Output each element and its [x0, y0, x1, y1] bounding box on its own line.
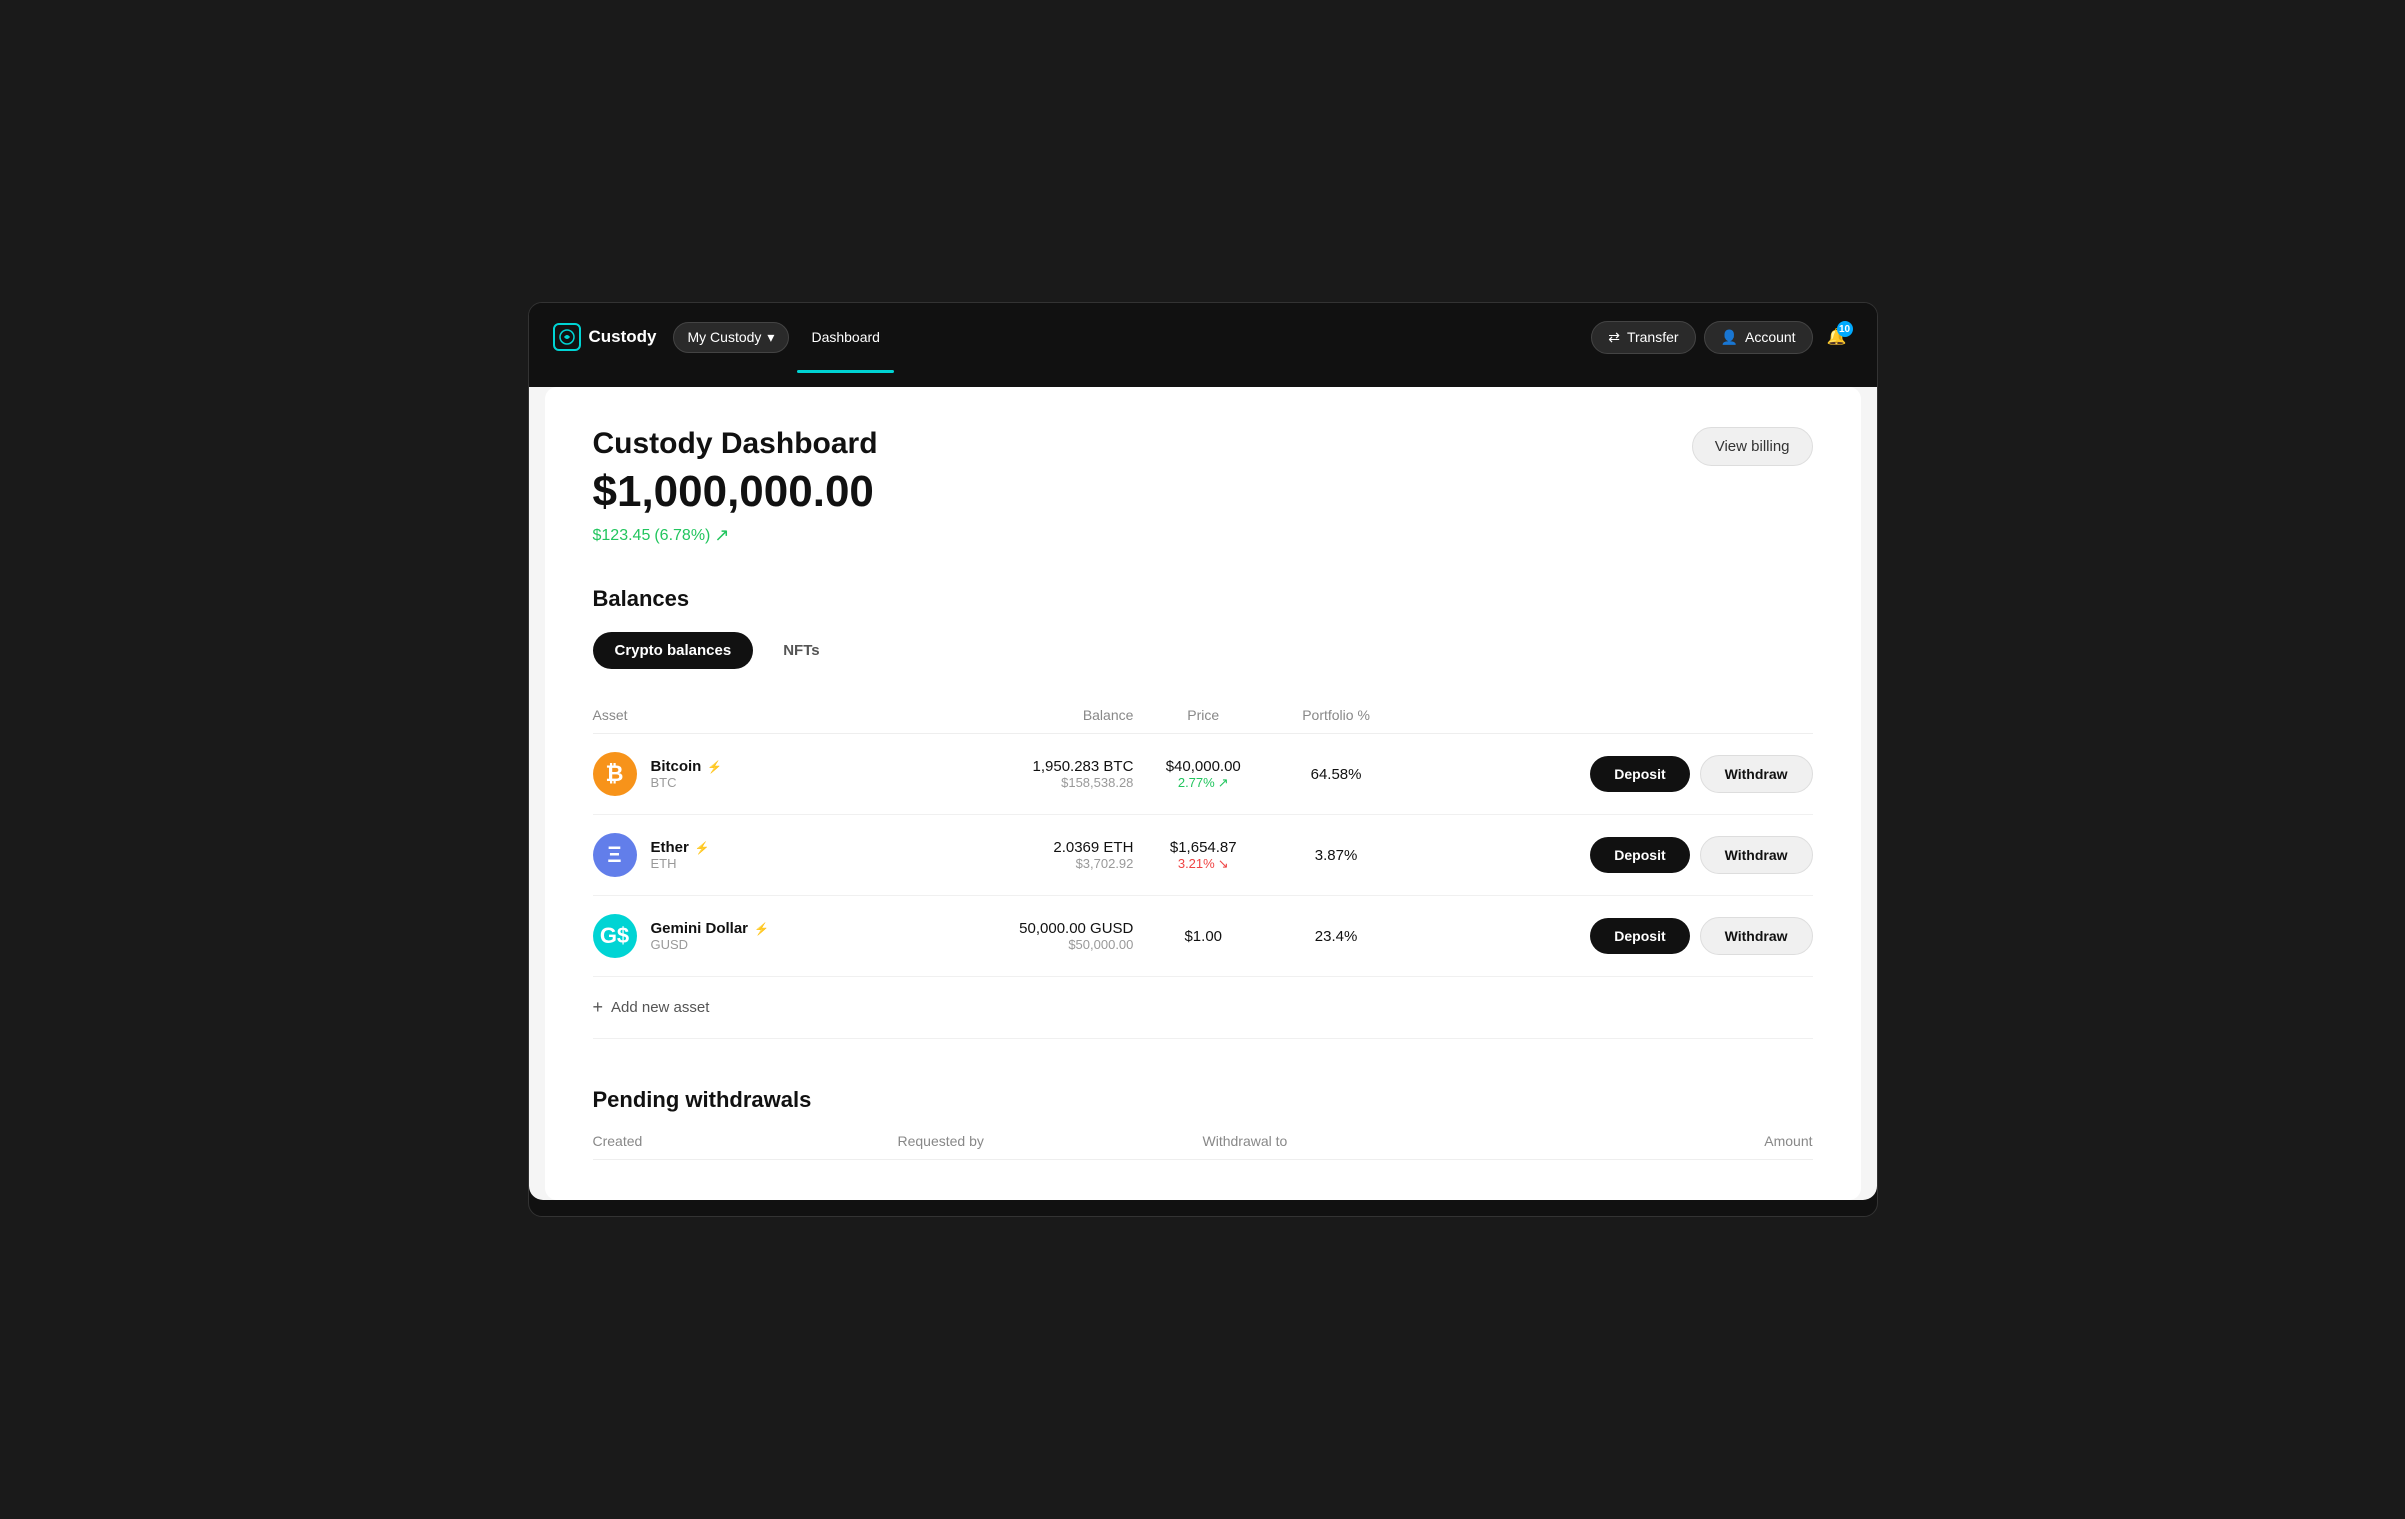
balance-main-gusd: 50,000.00 GUSD [921, 920, 1134, 937]
balances-tabs: Crypto balances NFTs [593, 632, 1813, 669]
portfolio-btc: 64.58% [1273, 734, 1399, 815]
arrow-down-icon: ↘ [1218, 856, 1229, 872]
notifications-button[interactable]: 🔔 10 [1821, 321, 1853, 353]
add-asset-label: Add new asset [611, 999, 709, 1016]
table-row: G$ Gemini Dollar ⚡ GUSD 50,000.00 GUSD $… [593, 896, 1813, 977]
col-balance: Balance [921, 697, 1134, 734]
withdraw-button-gusd[interactable]: Withdraw [1700, 917, 1813, 955]
nav-dashboard-label: Dashboard [811, 329, 880, 345]
page-title: Custody Dashboard [593, 427, 878, 461]
nav-mycustody[interactable]: My Custody ▾ [673, 322, 790, 353]
deposit-button-eth[interactable]: Deposit [1590, 837, 1689, 873]
col-portfolio: Portfolio % [1273, 697, 1399, 734]
change-amount: $123.45 [593, 527, 651, 545]
balances-section: Balances Crypto balances NFTs Asset Bala… [593, 586, 1813, 1039]
coin-icon-gusd: G$ [593, 914, 637, 958]
asset-name-gusd: Gemini Dollar ⚡ [651, 920, 769, 937]
col-asset: Asset [593, 697, 921, 734]
balance-main-btc: 1,950.283 BTC [921, 758, 1134, 775]
add-icon: + [593, 997, 604, 1018]
balance-usd-btc: $158,538.28 [921, 775, 1134, 790]
transfer-icon: ⇄ [1608, 329, 1620, 346]
transfer-label: Transfer [1627, 329, 1679, 345]
pending-table-header: Created Requested by Withdrawal to Amoun… [593, 1133, 1813, 1160]
arrow-up-icon: ↗ [714, 525, 729, 546]
view-billing-button[interactable]: View billing [1692, 427, 1813, 466]
table-row: ₿ Bitcoin ⚡ BTC 1,950.283 BTC $158,538.2… [593, 734, 1813, 815]
action-cell-gusd: Deposit Withdraw [1399, 917, 1812, 955]
brand-label: Custody [589, 327, 657, 347]
asset-name-eth: Ether ⚡ [651, 839, 710, 856]
transfer-button[interactable]: ⇄ Transfer [1591, 321, 1695, 354]
price-change-eth: 3.21% ↘ [1133, 856, 1273, 872]
top-nav: Custody My Custody ▾ Dashboard ⇄ Transfe… [529, 303, 1877, 371]
portfolio-gusd: 23.4% [1273, 896, 1399, 977]
tab-crypto-balances[interactable]: Crypto balances [593, 632, 754, 669]
action-cell-eth: Deposit Withdraw [1399, 836, 1812, 874]
col-price: Price [1133, 697, 1273, 734]
asset-name-btc: Bitcoin ⚡ [651, 758, 723, 775]
action-cell-btc: Deposit Withdraw [1399, 755, 1812, 793]
deposit-button-gusd[interactable]: Deposit [1590, 918, 1689, 954]
notif-badge: 10 [1837, 321, 1853, 337]
withdraw-button-btc[interactable]: Withdraw [1700, 755, 1813, 793]
change-percent: (6.78%) [654, 527, 710, 545]
price-main-eth: $1,654.87 [1133, 839, 1273, 856]
brand-icon [553, 323, 581, 351]
nav-dashboard[interactable]: Dashboard [797, 323, 894, 351]
deposit-button-btc[interactable]: Deposit [1590, 756, 1689, 792]
add-asset-row[interactable]: + Add new asset [593, 977, 1813, 1039]
price-main-gusd: $1.00 [1133, 928, 1273, 945]
portfolio-eth: 3.87% [1273, 815, 1399, 896]
balance-usd-eth: $3,702.92 [921, 856, 1134, 871]
value-change: $123.45 (6.78%) ↗ [593, 525, 878, 546]
balances-title: Balances [593, 586, 1813, 612]
asset-cell-eth: Ξ Ether ⚡ ETH [593, 833, 921, 877]
total-value: $1,000,000.00 [593, 467, 878, 517]
account-icon: 👤 [1721, 329, 1738, 346]
coin-icon-eth: Ξ [593, 833, 637, 877]
chevron-down-icon: ▾ [767, 329, 774, 346]
pending-col-created: Created [593, 1133, 898, 1149]
pending-col-requested: Requested by [898, 1133, 1203, 1149]
asset-symbol-btc: BTC [651, 775, 723, 790]
tab-nfts[interactable]: NFTs [761, 632, 841, 669]
pending-withdrawals-title: Pending withdrawals [593, 1087, 1813, 1113]
asset-table: Asset Balance Price Portfolio % ₿ Bit [593, 697, 1813, 977]
dashboard-header: Custody Dashboard $1,000,000.00 $123.45 … [593, 427, 1813, 546]
withdraw-button-eth[interactable]: Withdraw [1700, 836, 1813, 874]
account-label: Account [1745, 329, 1796, 345]
flash-icon-gusd: ⚡ [754, 922, 769, 936]
price-change-btc: 2.77% ↗ [1133, 775, 1273, 791]
account-button[interactable]: 👤 Account [1704, 321, 1813, 354]
balance-usd-gusd: $50,000.00 [921, 937, 1134, 952]
brand: Custody [553, 323, 657, 351]
table-header-row: Asset Balance Price Portfolio % [593, 697, 1813, 734]
dashboard-info: Custody Dashboard $1,000,000.00 $123.45 … [593, 427, 878, 546]
asset-symbol-gusd: GUSD [651, 937, 769, 952]
flash-icon-eth: ⚡ [695, 841, 710, 855]
nav-mycustody-label: My Custody [688, 329, 762, 345]
table-row: Ξ Ether ⚡ ETH 2.0369 ETH $3,702.92 $1,65… [593, 815, 1813, 896]
main-content: Custody Dashboard $1,000,000.00 $123.45 … [529, 387, 1877, 1200]
balance-main-eth: 2.0369 ETH [921, 839, 1134, 856]
asset-symbol-eth: ETH [651, 856, 710, 871]
app-screen: Custody My Custody ▾ Dashboard ⇄ Transfe… [528, 302, 1878, 1217]
content-card: Custody Dashboard $1,000,000.00 $123.45 … [545, 387, 1861, 1200]
flash-icon-btc: ⚡ [707, 760, 722, 774]
asset-cell-btc: ₿ Bitcoin ⚡ BTC [593, 752, 921, 796]
pending-col-withdrawal: Withdrawal to [1203, 1133, 1508, 1149]
asset-cell-gusd: G$ Gemini Dollar ⚡ GUSD [593, 914, 921, 958]
coin-icon-btc: ₿ [593, 752, 637, 796]
price-main-btc: $40,000.00 [1133, 758, 1273, 775]
arrow-up-icon: ↗ [1218, 775, 1229, 791]
pending-withdrawals-section: Pending withdrawals Created Requested by… [593, 1087, 1813, 1160]
pending-col-amount: Amount [1508, 1133, 1813, 1149]
